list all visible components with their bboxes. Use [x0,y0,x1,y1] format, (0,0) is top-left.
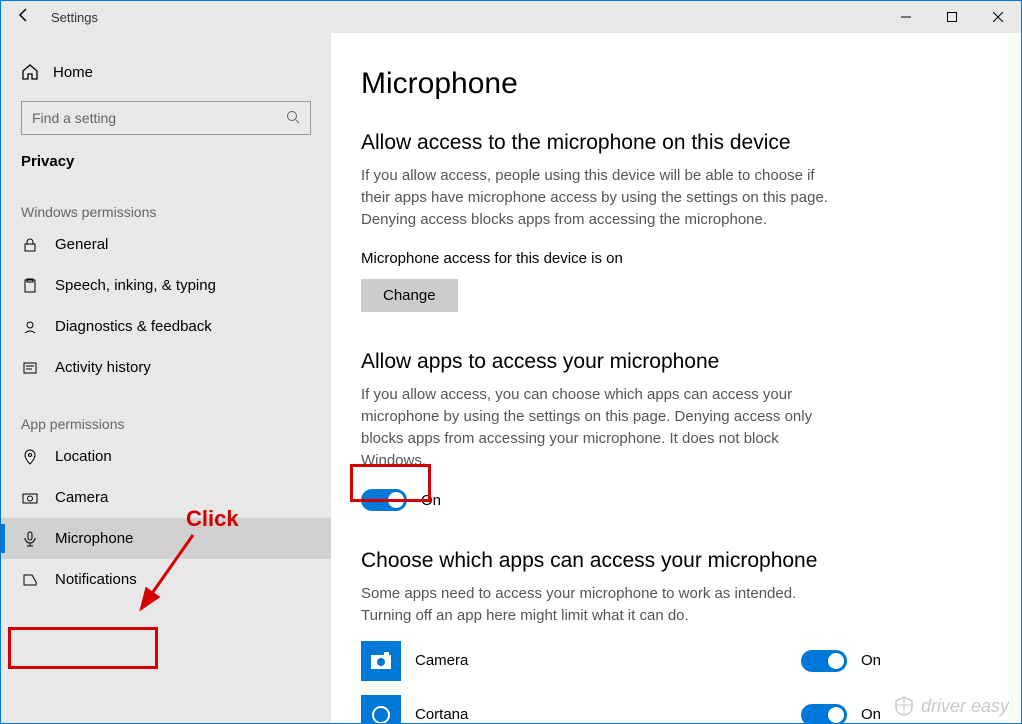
app-toggle-cortana[interactable] [801,704,847,723]
app-row-cortana: Cortana On [361,695,881,723]
app-toggle-label: On [861,652,881,669]
page-title: Microphone [361,67,991,101]
section1-heading: Allow access to the microphone on this d… [361,131,991,155]
camera-icon [21,490,39,506]
main-panel: Microphone Allow access to the microphon… [331,33,1021,723]
sidebar-item-label: Microphone [55,530,133,547]
sidebar-item-label: Location [55,448,112,465]
sidebar-item-label: Camera [55,489,108,506]
sidebar-item-microphone[interactable]: Microphone [1,518,331,559]
sidebar: Home Find a setting Privacy Windows perm… [1,33,331,723]
category-label: Privacy [1,135,331,176]
app-name: Cortana [415,706,787,723]
sidebar-item-diagnostics[interactable]: Diagnostics & feedback [1,306,331,347]
title-bar: Settings [1,1,1021,33]
change-button[interactable]: Change [361,279,458,312]
section2-desc: If you allow access, you can choose whic… [361,384,841,471]
sidebar-item-speech[interactable]: Speech, inking, & typing [1,265,331,306]
sidebar-item-location[interactable]: Location [1,436,331,477]
section3-heading: Choose which apps can access your microp… [361,549,991,573]
window-title: Settings [47,10,98,25]
device-access-status: Microphone access for this device is on [361,250,991,267]
location-icon [21,449,39,465]
notifications-icon [21,572,39,588]
group-app-permissions: App permissions [1,388,331,436]
app-toggle-camera[interactable] [801,650,847,672]
feedback-icon [21,319,39,335]
sidebar-item-general[interactable]: General [1,224,331,265]
home-label: Home [53,64,93,81]
sidebar-item-label: Diagnostics & feedback [55,318,212,335]
search-placeholder: Find a setting [32,110,116,126]
app-name: Camera [415,652,787,669]
sidebar-item-camera[interactable]: Camera [1,477,331,518]
back-button[interactable] [1,7,47,28]
sidebar-item-label: Activity history [55,359,151,376]
lock-icon [21,237,39,253]
history-icon [21,360,39,376]
section2-heading: Allow apps to access your microphone [361,350,991,374]
app-row-camera: Camera On [361,641,881,681]
sidebar-item-label: General [55,236,108,253]
sidebar-item-activity[interactable]: Activity history [1,347,331,388]
search-input[interactable]: Find a setting [21,101,311,135]
cortana-app-icon [361,695,401,723]
microphone-icon [21,531,39,547]
search-icon [286,110,300,127]
clipboard-icon [21,278,39,294]
minimize-button[interactable] [883,1,929,33]
sidebar-item-label: Speech, inking, & typing [55,277,216,294]
camera-app-icon [361,641,401,681]
section3-desc: Some apps need to access your microphone… [361,583,841,627]
apps-access-toggle-label: On [421,492,441,509]
sidebar-item-label: Notifications [55,571,137,588]
home-nav[interactable]: Home [1,57,331,87]
home-icon [21,63,39,81]
section1-desc: If you allow access, people using this d… [361,165,841,230]
apps-access-toggle[interactable] [361,489,407,511]
close-button[interactable] [975,1,1021,33]
group-windows-permissions: Windows permissions [1,176,331,224]
sidebar-item-notifications[interactable]: Notifications [1,559,331,600]
maximize-button[interactable] [929,1,975,33]
app-toggle-label: On [861,706,881,723]
